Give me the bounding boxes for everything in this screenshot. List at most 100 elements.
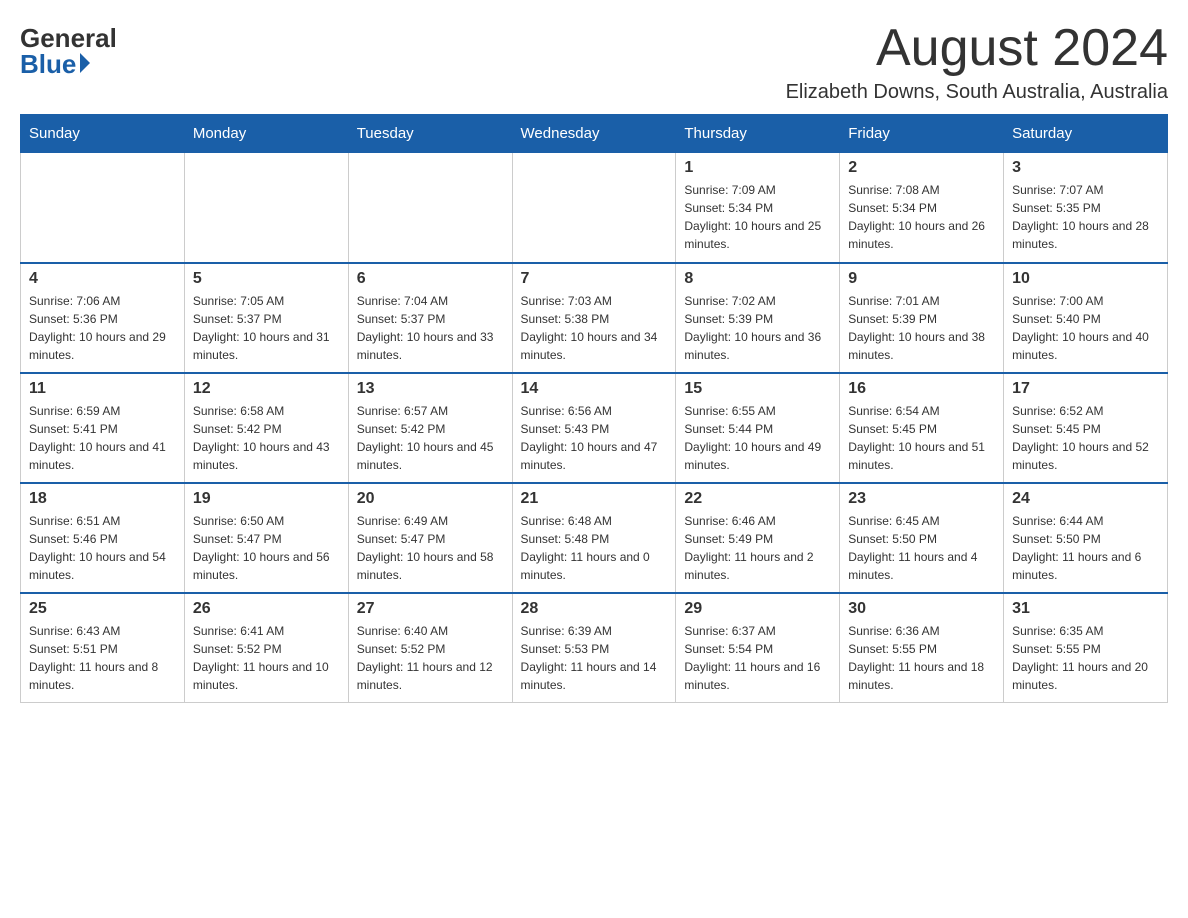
logo: General Blue xyxy=(20,20,117,77)
day-info: Sunrise: 6:35 AM Sunset: 5:55 PM Dayligh… xyxy=(1012,622,1159,694)
calendar-cell: 8 Sunrise: 7:02 AM Sunset: 5:39 PM Daylig… xyxy=(676,263,840,373)
calendar-cell: 3 Sunrise: 7:07 AM Sunset: 5:35 PM Daylig… xyxy=(1004,153,1168,263)
day-info: Sunrise: 6:36 AM Sunset: 5:55 PM Dayligh… xyxy=(848,622,995,694)
day-info: Sunrise: 6:40 AM Sunset: 5:52 PM Dayligh… xyxy=(357,622,504,694)
day-number: 17 xyxy=(1012,380,1159,398)
calendar-week-1: 1 Sunrise: 7:09 AM Sunset: 5:34 PM Daylig… xyxy=(21,153,1168,263)
calendar-header-sunday: Sunday xyxy=(21,115,185,153)
calendar-cell: 25 Sunrise: 6:43 AM Sunset: 5:51 PM Dayli… xyxy=(21,593,185,703)
day-info: Sunrise: 7:01 AM Sunset: 5:39 PM Dayligh… xyxy=(848,292,995,364)
day-number: 26 xyxy=(193,600,340,618)
day-info: Sunrise: 7:03 AM Sunset: 5:38 PM Dayligh… xyxy=(521,292,668,364)
day-info: Sunrise: 6:49 AM Sunset: 5:47 PM Dayligh… xyxy=(357,512,504,584)
calendar-cell: 14 Sunrise: 6:56 AM Sunset: 5:43 PM Dayli… xyxy=(512,373,676,483)
calendar-cell: 23Sunrise: 6:45 AM Sunset: 5:50 PM Dayli… xyxy=(840,483,1004,593)
calendar-week-5: 25 Sunrise: 6:43 AM Sunset: 5:51 PM Dayli… xyxy=(21,593,1168,703)
day-number: 30 xyxy=(848,600,995,618)
day-number: 27 xyxy=(357,600,504,618)
day-info: Sunrise: 6:45 AM Sunset: 5:50 PM Dayligh… xyxy=(848,512,995,584)
calendar-header-wednesday: Wednesday xyxy=(512,115,676,153)
day-number: 29 xyxy=(684,600,831,618)
day-number: 15 xyxy=(684,380,831,398)
calendar-header-saturday: Saturday xyxy=(1004,115,1168,153)
day-info: Sunrise: 6:58 AM Sunset: 5:42 PM Dayligh… xyxy=(193,402,340,474)
day-number: 14 xyxy=(521,380,668,398)
calendar-week-2: 4 Sunrise: 7:06 AM Sunset: 5:36 PM Daylig… xyxy=(21,263,1168,373)
day-number: 9 xyxy=(848,270,995,288)
calendar-cell: 12 Sunrise: 6:58 AM Sunset: 5:42 PM Dayli… xyxy=(184,373,348,483)
day-info: Sunrise: 6:52 AM Sunset: 5:45 PM Dayligh… xyxy=(1012,402,1159,474)
day-info: Sunrise: 7:09 AM Sunset: 5:34 PM Dayligh… xyxy=(684,181,831,253)
calendar-cell: 20Sunrise: 6:49 AM Sunset: 5:47 PM Dayli… xyxy=(348,483,512,593)
day-info: Sunrise: 7:05 AM Sunset: 5:37 PM Dayligh… xyxy=(193,292,340,364)
day-info: Sunrise: 6:48 AM Sunset: 5:48 PM Dayligh… xyxy=(521,512,668,584)
day-info: Sunrise: 7:02 AM Sunset: 5:39 PM Dayligh… xyxy=(684,292,831,364)
day-info: Sunrise: 6:55 AM Sunset: 5:44 PM Dayligh… xyxy=(684,402,831,474)
day-number: 21 xyxy=(521,490,668,508)
logo-blue-text: Blue xyxy=(20,51,90,77)
day-info: Sunrise: 7:04 AM Sunset: 5:37 PM Dayligh… xyxy=(357,292,504,364)
day-number: 12 xyxy=(193,380,340,398)
logo-general-text: General xyxy=(20,25,117,51)
calendar-cell: 16Sunrise: 6:54 AM Sunset: 5:45 PM Dayli… xyxy=(840,373,1004,483)
page-header: General Blue August 2024 Elizabeth Downs… xyxy=(20,20,1168,104)
day-number: 1 xyxy=(684,159,831,177)
day-number: 19 xyxy=(193,490,340,508)
day-number: 7 xyxy=(521,270,668,288)
calendar-cell: 9 Sunrise: 7:01 AM Sunset: 5:39 PM Daylig… xyxy=(840,263,1004,373)
day-number: 25 xyxy=(29,600,176,618)
day-info: Sunrise: 6:51 AM Sunset: 5:46 PM Dayligh… xyxy=(29,512,176,584)
calendar-cell: 1 Sunrise: 7:09 AM Sunset: 5:34 PM Daylig… xyxy=(676,153,840,263)
calendar-header-monday: Monday xyxy=(184,115,348,153)
calendar-header-thursday: Thursday xyxy=(676,115,840,153)
calendar-cell: 10Sunrise: 7:00 AM Sunset: 5:40 PM Dayli… xyxy=(1004,263,1168,373)
day-number: 4 xyxy=(29,270,176,288)
month-title: August 2024 xyxy=(786,20,1168,77)
day-number: 28 xyxy=(521,600,668,618)
day-info: Sunrise: 6:43 AM Sunset: 5:51 PM Dayligh… xyxy=(29,622,176,694)
day-number: 5 xyxy=(193,270,340,288)
day-number: 10 xyxy=(1012,270,1159,288)
day-number: 8 xyxy=(684,270,831,288)
calendar-cell: 31 Sunrise: 6:35 AM Sunset: 5:55 PM Dayli… xyxy=(1004,593,1168,703)
calendar-cell: 30 Sunrise: 6:36 AM Sunset: 5:55 PM Dayli… xyxy=(840,593,1004,703)
day-number: 2 xyxy=(848,159,995,177)
calendar-cell: 24 Sunrise: 6:44 AM Sunset: 5:50 PM Dayli… xyxy=(1004,483,1168,593)
day-number: 24 xyxy=(1012,490,1159,508)
calendar-cell xyxy=(512,153,676,263)
calendar-cell: 2Sunrise: 7:08 AM Sunset: 5:34 PM Daylig… xyxy=(840,153,1004,263)
day-info: Sunrise: 6:56 AM Sunset: 5:43 PM Dayligh… xyxy=(521,402,668,474)
calendar-cell: 26Sunrise: 6:41 AM Sunset: 5:52 PM Dayli… xyxy=(184,593,348,703)
calendar-cell: 4 Sunrise: 7:06 AM Sunset: 5:36 PM Daylig… xyxy=(21,263,185,373)
calendar-cell: 13 Sunrise: 6:57 AM Sunset: 5:42 PM Dayli… xyxy=(348,373,512,483)
day-info: Sunrise: 7:07 AM Sunset: 5:35 PM Dayligh… xyxy=(1012,181,1159,253)
day-info: Sunrise: 6:57 AM Sunset: 5:42 PM Dayligh… xyxy=(357,402,504,474)
calendar-header-tuesday: Tuesday xyxy=(348,115,512,153)
calendar-cell: 28 Sunrise: 6:39 AM Sunset: 5:53 PM Dayli… xyxy=(512,593,676,703)
calendar-cell: 29 Sunrise: 6:37 AM Sunset: 5:54 PM Dayli… xyxy=(676,593,840,703)
calendar-table: SundayMondayTuesdayWednesdayThursdayFrid… xyxy=(20,114,1168,703)
calendar-week-4: 18 Sunrise: 6:51 AM Sunset: 5:46 PM Dayli… xyxy=(21,483,1168,593)
calendar-cell xyxy=(21,153,185,263)
day-info: Sunrise: 6:37 AM Sunset: 5:54 PM Dayligh… xyxy=(684,622,831,694)
logo-arrow-icon xyxy=(80,53,90,73)
calendar-header-friday: Friday xyxy=(840,115,1004,153)
day-number: 16 xyxy=(848,380,995,398)
day-number: 31 xyxy=(1012,600,1159,618)
calendar-cell: 22Sunrise: 6:46 AM Sunset: 5:49 PM Dayli… xyxy=(676,483,840,593)
day-number: 13 xyxy=(357,380,504,398)
calendar-cell: 7 Sunrise: 7:03 AM Sunset: 5:38 PM Daylig… xyxy=(512,263,676,373)
day-number: 22 xyxy=(684,490,831,508)
day-number: 18 xyxy=(29,490,176,508)
day-info: Sunrise: 6:50 AM Sunset: 5:47 PM Dayligh… xyxy=(193,512,340,584)
day-info: Sunrise: 7:06 AM Sunset: 5:36 PM Dayligh… xyxy=(29,292,176,364)
day-info: Sunrise: 6:44 AM Sunset: 5:50 PM Dayligh… xyxy=(1012,512,1159,584)
day-number: 6 xyxy=(357,270,504,288)
calendar-cell: 15 Sunrise: 6:55 AM Sunset: 5:44 PM Dayli… xyxy=(676,373,840,483)
calendar-cell: 11Sunrise: 6:59 AM Sunset: 5:41 PM Dayli… xyxy=(21,373,185,483)
day-number: 3 xyxy=(1012,159,1159,177)
day-info: Sunrise: 6:39 AM Sunset: 5:53 PM Dayligh… xyxy=(521,622,668,694)
calendar-header-row: SundayMondayTuesdayWednesdayThursdayFrid… xyxy=(21,115,1168,153)
calendar-cell: 27 Sunrise: 6:40 AM Sunset: 5:52 PM Dayli… xyxy=(348,593,512,703)
calendar-cell: 18 Sunrise: 6:51 AM Sunset: 5:46 PM Dayli… xyxy=(21,483,185,593)
